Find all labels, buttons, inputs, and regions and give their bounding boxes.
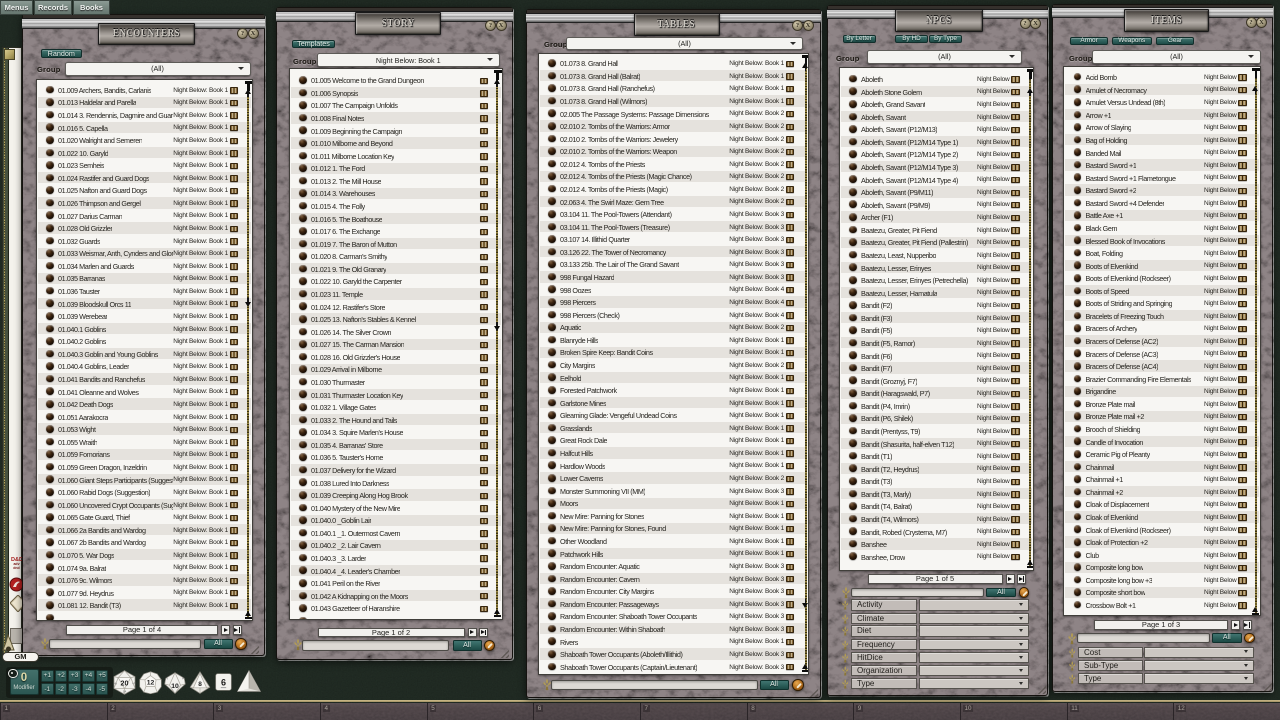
- svg-text:20: 20: [121, 679, 129, 688]
- svg-text:8: 8: [198, 680, 202, 687]
- svg-text:12: 12: [147, 679, 155, 686]
- svg-text:6: 6: [221, 678, 226, 688]
- svg-text:14: 14: [123, 690, 127, 694]
- svg-text:10: 10: [171, 682, 179, 689]
